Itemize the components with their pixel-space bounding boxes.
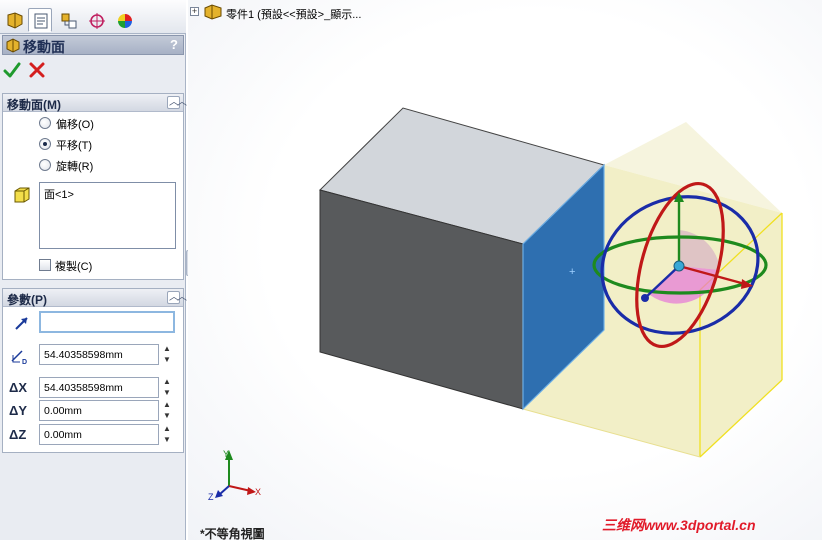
delta-x-input[interactable]: 54.40358598mm (39, 377, 159, 398)
parameters-group-title: 參數(P) (7, 293, 47, 307)
display-manager-tab[interactable] (112, 8, 136, 32)
delta-z-spinner[interactable]: ▲ ▼ (161, 424, 174, 445)
delta-y-label: ΔY (9, 403, 28, 418)
ok-check-icon[interactable] (3, 61, 21, 79)
property-manager-title: 移動面 (23, 39, 65, 55)
delta-z-row: ΔZ 0.00mm ▲ ▼ (3, 424, 183, 446)
triad-x-label: X (255, 487, 261, 497)
distance-spinner[interactable]: ▲ ▼ (161, 344, 174, 365)
offset-label: 偏移(O) (56, 119, 94, 131)
delta-y-row: ΔY 0.00mm ▲ ▼ (3, 400, 183, 422)
selected-face-item[interactable]: 面<1> (44, 186, 74, 202)
move-face-group-header[interactable]: 移動面(M) ︿︿ (3, 94, 187, 112)
crosshair-icon (89, 13, 105, 29)
delta-x-spinner[interactable]: ▲ ▼ (161, 377, 174, 398)
direction-reference-field[interactable] (39, 311, 175, 333)
delta-y-spinner[interactable]: ▲ ▼ (161, 400, 174, 421)
part-body: + (319, 107, 605, 411)
move-face-icon (6, 38, 20, 53)
expand-icon[interactable]: + (190, 7, 199, 16)
svg-text:+: + (569, 266, 575, 278)
cancel-x-icon[interactable] (28, 61, 46, 79)
copy-checkbox[interactable] (39, 259, 51, 271)
parameters-group-header[interactable]: 參數(P) ︿︿ (3, 289, 187, 307)
triad-y-label: Y (223, 449, 229, 459)
property-manager-tab[interactable] (28, 8, 52, 32)
manager-tabs (0, 0, 186, 34)
delta-x-label: ΔX (9, 380, 28, 395)
model-viewport[interactable]: + Y X Z (188, 0, 822, 540)
move-face-group-title: 移動面(M) (7, 98, 61, 112)
delta-x-row: ΔX 54.40358598mm ▲ ▼ (3, 377, 183, 399)
rotate-radio[interactable] (39, 159, 51, 171)
move-face-group: 移動面(M) ︿︿ 偏移(O) 平移(T) 旋轉(R) 面<1> 複製(C) (2, 93, 187, 280)
help-button[interactable]: ? (170, 37, 178, 52)
delta-y-input[interactable]: 0.00mm (39, 400, 159, 421)
copy-label: 複製(C) (55, 261, 93, 273)
distance-row: D 54.40358598mm ▲ ▼ (3, 344, 183, 366)
parameters-group: 參數(P) ︿︿ D 54.40358598mm ▲ ▼ ΔX 54.403585… (2, 288, 187, 453)
view-orientation-label: *不等角視圖 (200, 527, 265, 540)
configuration-manager-tab[interactable] (56, 8, 80, 32)
part-name[interactable]: 零件1 (預設<<預設>_顯示... (226, 6, 361, 22)
face-selection-icon (14, 187, 30, 203)
translate-radio[interactable] (39, 138, 51, 150)
distance-input[interactable]: 54.40358598mm (39, 344, 159, 365)
part-icon (204, 4, 222, 20)
rotate-label: 旋轉(R) (56, 161, 94, 173)
property-sheet-icon (34, 13, 48, 29)
configuration-icon (61, 13, 77, 29)
feature-manager-tab[interactable] (2, 8, 26, 32)
collapse-chevron-icon[interactable]: ︿︿ (167, 291, 187, 304)
faces-selection-list[interactable]: 面<1> (39, 182, 176, 249)
delta-z-input[interactable]: 0.00mm (39, 424, 159, 445)
feature-tree-icon (7, 12, 23, 29)
reference-triad (215, 450, 256, 498)
property-manager-title-bar: 移動面 ? (2, 35, 184, 55)
graphics-area[interactable]: + Y X Z (188, 0, 822, 540)
collapse-chevron-icon[interactable]: ︿︿ (167, 96, 187, 109)
dimxpert-manager-tab[interactable] (84, 8, 108, 32)
property-manager-panel: 移動面 ? 移動面(M) ︿︿ 偏移(O) 平移(T) 旋轉(R) 面<1> 複… (0, 0, 187, 540)
watermark: 三维网www.3dportal.cn (602, 517, 756, 533)
triad-z-label: Z (208, 492, 214, 502)
translate-label: 平移(T) (56, 140, 93, 152)
delta-z-label: ΔZ (9, 427, 27, 442)
direction-arrow-icon (15, 317, 28, 330)
offset-radio[interactable] (39, 117, 51, 129)
distance-icon: D (11, 350, 27, 365)
svg-text:D: D (22, 359, 27, 365)
color-wheel-icon (118, 14, 132, 28)
